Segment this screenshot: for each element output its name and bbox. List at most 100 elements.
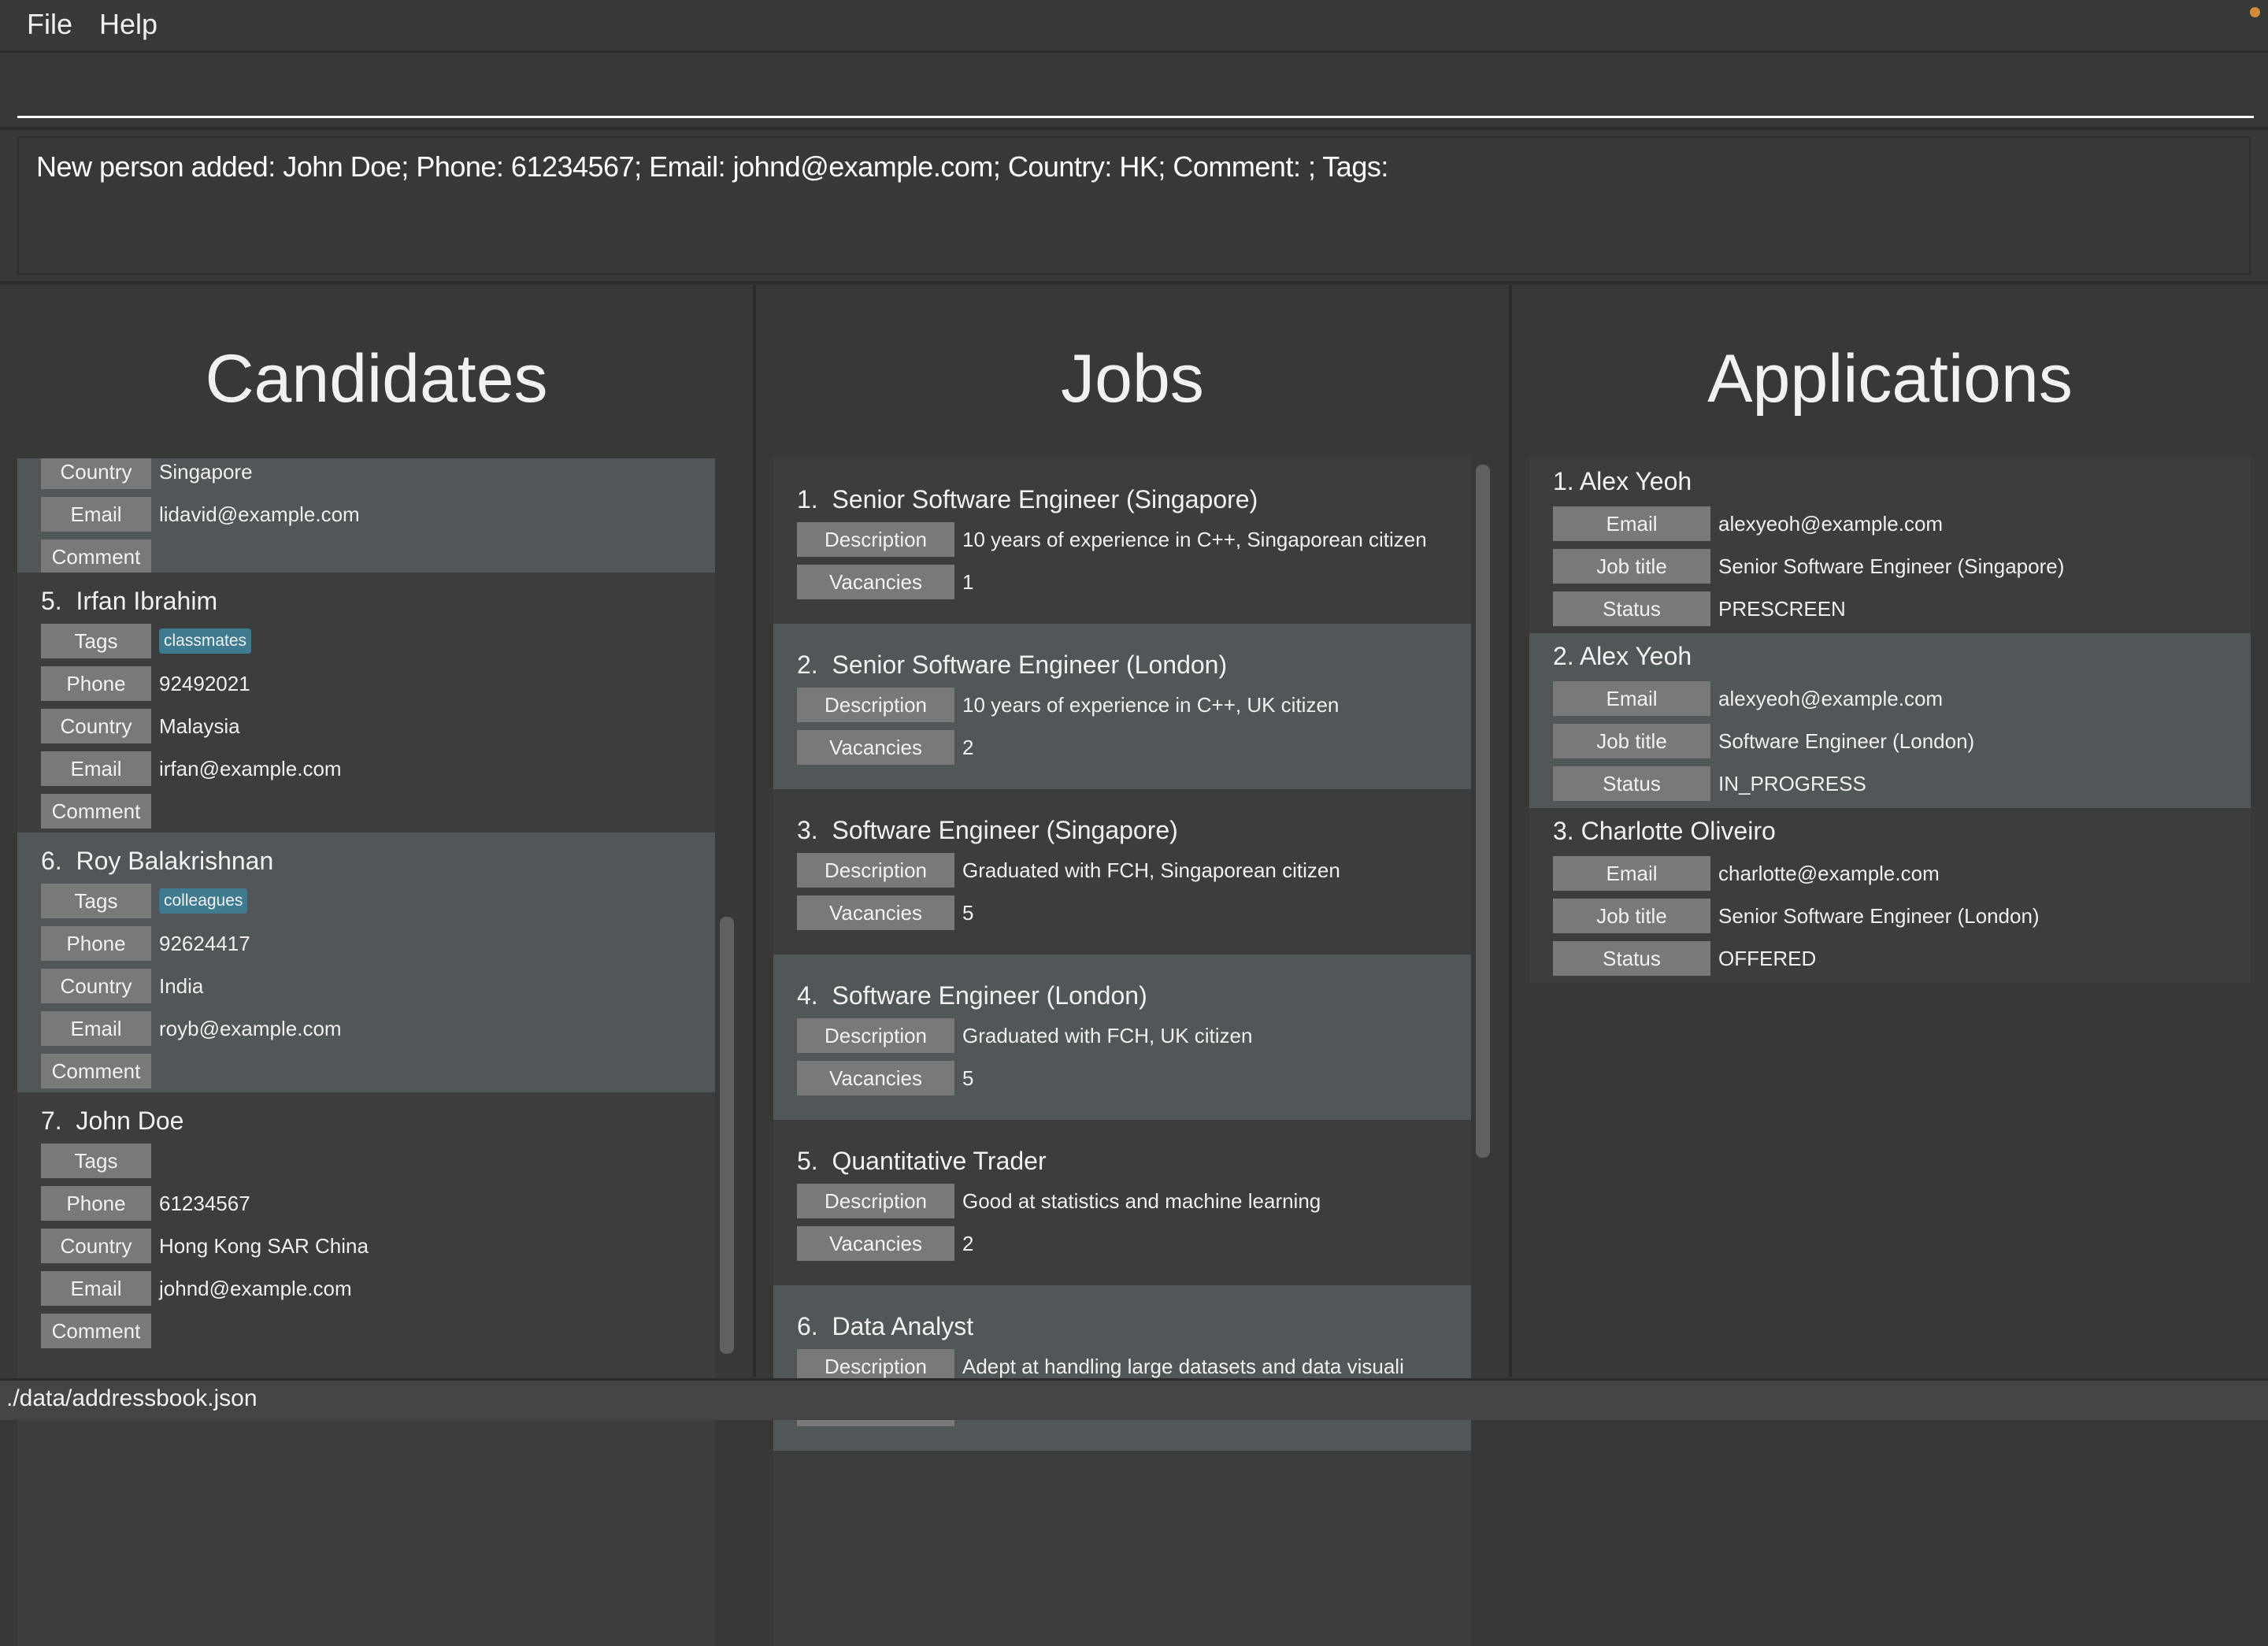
field-value: johnd@example.com [159,1276,352,1300]
job-index: 4. [797,981,818,1010]
candidate-index: 6. [41,847,62,875]
result-display[interactable]: New person added: John Doe; Phone: 61234… [17,136,2251,275]
jobs-list[interactable]: 1. Senior Software Engineer (Singapore) … [773,458,1471,1646]
field-row: Vacancies 5 [797,892,1471,934]
applications-title: Applications [1707,341,2073,417]
tag-badge: colleagues [159,888,248,914]
result-display-area: New person added: John Doe; Phone: 61234… [0,130,2268,284]
candidates-scrollbar[interactable] [720,458,734,1646]
job-card[interactable]: 3. Software Engineer (Singapore) Descrip… [773,789,1471,955]
field-label: Country [41,1229,151,1263]
job-description: 10 years of experience in C++, Singapore… [962,527,1427,551]
job-card[interactable]: 4. Software Engineer (London) Descriptio… [773,955,1471,1120]
job-card[interactable]: 5. Quantitative Trader Description Good a… [773,1120,1471,1285]
application-job-title: Senior Software Engineer (Singapore) [1718,554,2065,578]
command-input[interactable] [17,53,2254,118]
field-value: lidavid@example.com [159,502,360,526]
field-row: Status IN_PROGRESS [1553,762,2251,805]
field-row: Comment [41,1310,715,1352]
application-status: OFFERED [1718,946,1817,970]
applicant-name: 3. Charlotte Oliveiro [1553,808,2251,852]
field-row: Vacancies 2 [797,1222,1471,1265]
menu-file[interactable]: File [27,8,72,41]
candidate-card[interactable]: 5. Irfan Ibrahim Tags classmates Phone 9… [17,573,715,832]
field-label: Email [41,1271,151,1306]
field-row: Phone 92492021 [41,662,715,705]
field-label: Description [797,853,954,888]
field-label: Country [41,969,151,1003]
application-card[interactable]: 2. Alex Yeoh Email alexyeoh@example.com J… [1529,633,2251,808]
result-text: New person added: John Doe; Phone: 61234… [36,150,1388,183]
field-value: royb@example.com [159,1016,342,1040]
application-card[interactable]: 1. Alex Yeoh Email alexyeoh@example.com J… [1529,458,2251,633]
job-title: 4. Software Engineer (London) [797,955,1471,1014]
field-label: Comment [41,539,151,574]
application-card[interactable]: 3. Charlotte Oliveiro Email charlotte@exa… [1529,808,2251,983]
field-value: irfan@example.com [159,756,342,780]
menu-help[interactable]: Help [99,8,158,41]
field-value: Malaysia [159,714,240,738]
job-title: 1. Senior Software Engineer (Singapore) [797,458,1471,518]
jobs-panel: Jobs 1. Senior Software Engineer (Singap… [756,285,1512,1646]
field-label: Country [41,709,151,743]
field-row: Vacancies 5 [797,1057,1471,1099]
job-description: Adept at handling large datasets and dat… [962,1354,1404,1378]
jobs-scrollbar-thumb[interactable] [1476,465,1490,1158]
job-vacancies: 5 [962,900,974,925]
tags-row: Tags [41,1140,715,1182]
applicant-name-text: Alex Yeoh [1579,642,1692,670]
job-title: 5. Quantitative Trader [797,1120,1471,1180]
job-vacancies: 1 [962,569,974,594]
field-row: Description 10 years of experience in C++… [797,684,1471,726]
field-value: 61234567 [159,1191,250,1215]
field-row: Email lidavid@example.com [41,493,715,536]
field-label: Tags [41,1144,151,1178]
field-row: Country India [41,965,715,1007]
candidates-list[interactable]: Country Singapore Email lidavid@example.… [17,458,715,1646]
notification-dot-icon [2250,7,2260,17]
applications-list[interactable]: 1. Alex Yeoh Email alexyeoh@example.com J… [1529,458,2251,983]
job-card[interactable]: 2. Senior Software Engineer (London) Des… [773,624,1471,789]
field-label: Description [797,688,954,722]
candidate-index: 7. [41,1107,62,1135]
candidates-title: Candidates [205,341,548,417]
application-status: IN_PROGRESS [1718,771,1866,795]
tags-row: Tags classmates [41,620,715,662]
tag-badge: classmates [159,628,252,654]
field-value: Hong Kong SAR China [159,1233,369,1258]
field-label: Email [41,1011,151,1046]
candidates-scrollbar-thumb[interactable] [720,917,734,1354]
command-box-area [0,53,2268,130]
field-row: Vacancies 2 [797,726,1471,769]
jobs-scrollbar[interactable] [1476,465,1490,1646]
field-row: Comment [41,1050,715,1092]
candidate-name: 7. John Doe [41,1092,715,1140]
field-label: Comment [41,794,151,829]
field-row: Description 10 years of experience in C++… [797,518,1471,561]
field-label: Email [41,751,151,786]
candidate-card[interactable]: 6. Roy Balakrishnan Tags colleagues Phon… [17,832,715,1092]
field-row: Country Hong Kong SAR China [41,1225,715,1267]
application-email: alexyeoh@example.com [1718,511,1944,536]
candidate-card-partial[interactable]: Country Singapore Email lidavid@example.… [17,458,715,574]
field-label: Status [1553,941,1710,976]
field-label: Vacancies [797,895,954,930]
job-card[interactable]: 6. Data Analyst Description Adept at hand… [773,1285,1471,1451]
field-value: India [159,973,204,998]
job-vacancies: 5 [962,1066,974,1090]
candidate-name: 6. Roy Balakrishnan [41,832,715,880]
field-label: Vacancies [797,1226,954,1261]
field-label: Description [797,1184,954,1218]
job-description: Graduated with FCH, Singaporean citizen [962,858,1340,882]
field-row: Email irfan@example.com [41,747,715,790]
field-label: Tags [41,624,151,658]
jobs-title: Jobs [1061,341,1204,417]
field-label: Status [1553,591,1710,626]
applicant-name-text: Charlotte Oliveiro [1581,817,1776,845]
job-description: Good at statistics and machine learning [962,1188,1321,1213]
applicant-name: 2. Alex Yeoh [1553,633,2251,677]
tags-row: Tags colleagues [41,880,715,922]
job-title-text: Software Engineer (Singapore) [832,816,1178,844]
candidate-card[interactable]: 7. John Doe Tags Phone 61234567 Country … [17,1092,715,1352]
job-card[interactable]: 1. Senior Software Engineer (Singapore) … [773,458,1471,624]
